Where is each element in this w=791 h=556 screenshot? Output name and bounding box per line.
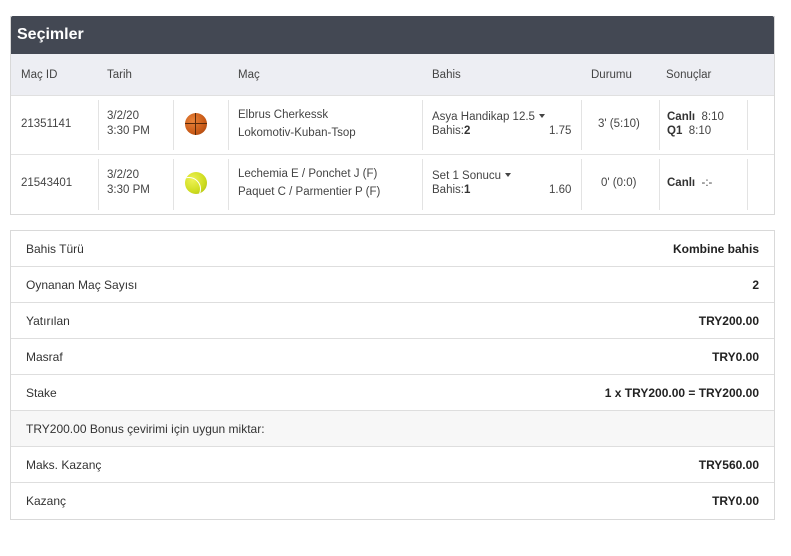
bet-odds: 1.60: [549, 184, 572, 196]
table-row: 21351141 3/2/20 3:30 PM Elbrus Cherkessk…: [11, 96, 774, 155]
bet-market-dropdown[interactable]: Asya Handikap 12.5: [432, 111, 545, 123]
team-away[interactable]: Paquet C / Parmentier P (F): [238, 186, 380, 198]
summary-label: Bahis Türü: [26, 242, 84, 256]
match-time: 3:30 PM: [107, 125, 150, 137]
summary-label: Masraf: [26, 350, 63, 364]
summary-value: TRY0.00: [712, 350, 759, 364]
match-time: 3:30 PM: [107, 184, 150, 196]
header-match-id: Maç ID: [21, 69, 58, 81]
summary-value: TRY560.00: [698, 458, 759, 472]
summary-value: Kombine bahis: [672, 242, 759, 256]
summary-row-fee: Masraf TRY0.00: [11, 339, 774, 375]
result-live: Canlı -:-: [667, 177, 712, 189]
bet-market-label: Set 1 Sonucu: [432, 170, 502, 182]
team-home[interactable]: Lechemia E / Ponchet J (F): [238, 168, 377, 180]
bet-pick-value: 1: [463, 184, 471, 196]
header-date: Tarih: [107, 69, 132, 81]
basketball-icon: [185, 113, 207, 135]
result-q1-label: Q1: [667, 125, 683, 137]
result-live-score: 8:10: [701, 111, 724, 123]
summary-label: Yatırılan: [26, 314, 70, 328]
match-id: 21351141: [21, 118, 72, 130]
bet-odds: 1.75: [549, 125, 572, 137]
bet-pick: Bahis:1: [432, 184, 470, 196]
selections-title: Seçimler: [11, 16, 774, 54]
summary-row-winnings: Kazanç TRY0.00: [11, 483, 774, 519]
summary-value: 1 x TRY200.00 = TRY200.00: [604, 386, 759, 400]
summary-label: Oynanan Maç Sayısı: [26, 278, 138, 292]
match-date: 3/2/20: [107, 169, 139, 181]
bet-pick-value: 2: [463, 125, 471, 137]
chevron-down-icon[interactable]: [505, 173, 512, 177]
summary-label: Kazanç: [26, 494, 67, 508]
summary-value: 2: [752, 278, 759, 292]
summary-label: Stake: [26, 386, 57, 400]
summary-row-bet-type: Bahis Türü Kombine bahis: [11, 231, 774, 267]
result-live-label: Canlı: [667, 177, 696, 189]
result-live-label: Canlı: [667, 111, 696, 123]
summary-value: TRY200.00: [698, 314, 759, 328]
team-home[interactable]: Elbrus Cherkessk: [238, 109, 328, 121]
header-results: Sonuçlar: [666, 69, 712, 81]
result-live-score: -:-: [701, 177, 713, 189]
summary-row-max-win: Maks. Kazanç TRY560.00: [11, 447, 774, 483]
header-bet: Bahis: [432, 69, 461, 81]
summary-row-match-count: Oynanan Maç Sayısı 2: [11, 267, 774, 303]
chevron-down-icon[interactable]: [538, 114, 545, 118]
match-status: 0' (0:0): [601, 177, 637, 189]
tennis-ball-icon: [185, 172, 207, 194]
bet-market-label: Asya Handikap 12.5: [432, 111, 535, 123]
match-status: 3' (5:10): [598, 118, 640, 130]
summary-label: TRY200.00 Bonus çevirimi için uygun mikt…: [26, 422, 265, 436]
summary-row-stake: Stake 1 x TRY200.00 = TRY200.00: [11, 375, 774, 411]
bet-summary-panel: Bahis Türü Kombine bahis Oynanan Maç Say…: [10, 230, 775, 520]
summary-row-bonus-eligible: TRY200.00 Bonus çevirimi için uygun mikt…: [11, 411, 774, 447]
bet-pick-label: Bahis:: [432, 184, 464, 196]
header-status: Durumu: [591, 69, 632, 81]
bet-market-dropdown[interactable]: Set 1 Sonucu: [432, 170, 512, 182]
summary-label: Maks. Kazanç: [26, 458, 102, 472]
table-row: 21543401 3/2/20 3:30 PM Lechemia E / Pon…: [11, 155, 774, 214]
match-id: 21543401: [21, 177, 73, 189]
bet-pick-label: Bahis:: [432, 125, 464, 137]
result-q1-score: 8:10: [688, 125, 712, 137]
summary-value: TRY0.00: [712, 494, 759, 508]
result-q1: Q1 8:10: [667, 125, 711, 137]
bet-pick: Bahis:2: [432, 125, 470, 137]
header-match: Maç: [238, 69, 260, 81]
summary-row-deposited: Yatırılan TRY200.00: [11, 303, 774, 339]
team-away[interactable]: Lokomotiv-Kuban-Tsop: [238, 127, 356, 139]
result-live: Canlı 8:10: [667, 111, 724, 123]
selections-panel: Seçimler Maç ID Tarih Maç Bahis Durumu S…: [10, 16, 775, 215]
selections-table-header: Maç ID Tarih Maç Bahis Durumu Sonuçlar: [11, 54, 774, 96]
match-date: 3/2/20: [107, 110, 139, 122]
